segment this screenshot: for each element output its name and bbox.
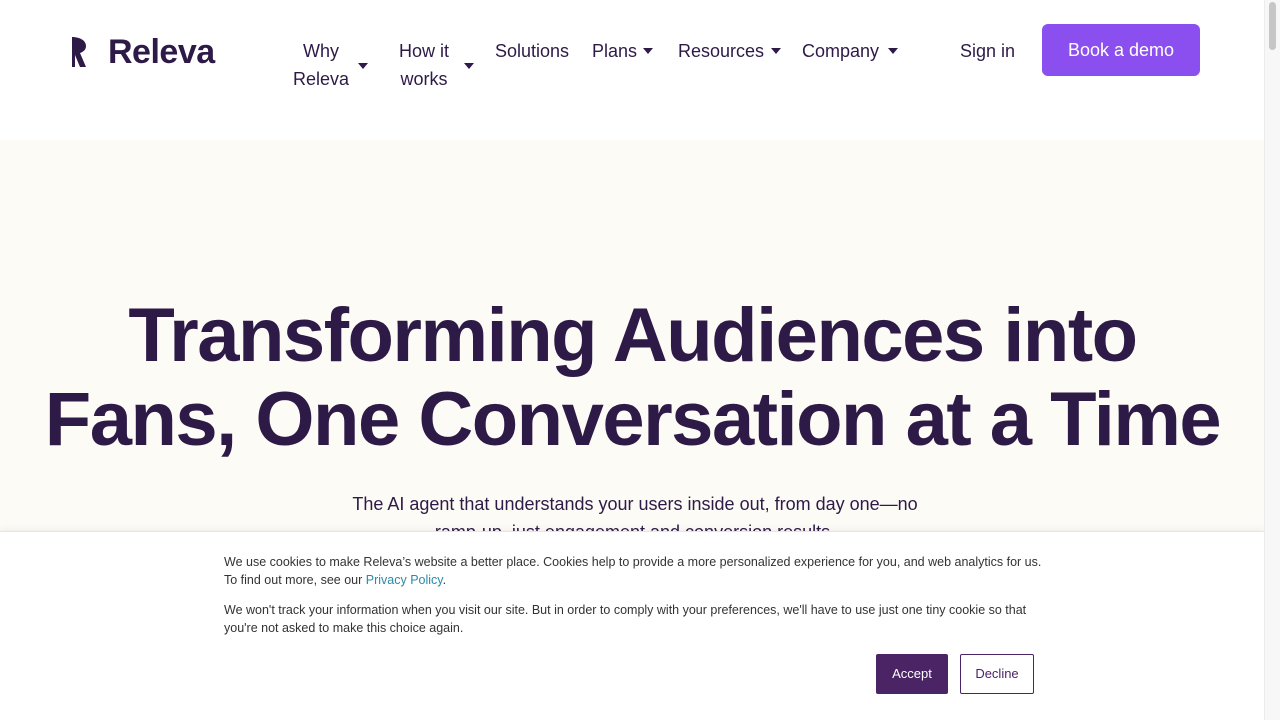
- brand-name: Releva: [108, 33, 215, 71]
- nav-company-label: Company: [802, 41, 880, 61]
- cookie-message: We use cookies to make Releva’s website …: [224, 553, 1044, 589]
- cookie-banner: We use cookies to make Releva’s website …: [0, 531, 1265, 721]
- decline-cookies-button[interactable]: Decline: [960, 654, 1034, 694]
- nav-resources[interactable]: Resources: [678, 37, 764, 65]
- accept-cookies-button[interactable]: Accept: [876, 654, 948, 694]
- cookie-message-text: We use cookies to make Releva’s website …: [224, 555, 1042, 587]
- nav-plans[interactable]: Plans: [592, 37, 637, 65]
- hero-subtitle-line1: The AI agent that understands your users…: [352, 494, 918, 514]
- privacy-policy-link[interactable]: Privacy Policy: [366, 573, 443, 587]
- hero-title-line1: Transforming Audiences into: [128, 293, 1138, 378]
- nav-solutions-label: Solutions: [495, 41, 570, 61]
- nav-how-it-works[interactable]: How it works: [396, 37, 454, 93]
- nav-plans-label: Plans: [592, 41, 638, 61]
- nav-why-releva[interactable]: Why Releva: [292, 37, 352, 93]
- nav-company[interactable]: Company: [802, 37, 879, 65]
- chevron-down-icon[interactable]: [464, 63, 474, 69]
- cookie-message-end: .: [442, 573, 447, 587]
- nav-why-releva-line2: Releva: [292, 69, 350, 89]
- page-scrollbar[interactable]: [1264, 0, 1280, 720]
- site-header: Releva Why Releva How it works Solutions P…: [0, 0, 1265, 110]
- nav-resources-label: Resources: [678, 41, 765, 61]
- scrollbar-thumb[interactable]: [1269, 2, 1276, 50]
- sign-in-link[interactable]: Sign in: [960, 37, 1015, 65]
- chevron-down-icon[interactable]: [888, 48, 898, 54]
- cookie-tracking-notice: We won't track your information when you…: [224, 603, 1027, 635]
- book-demo-button[interactable]: Book a demo: [1042, 24, 1200, 76]
- hero-title: Transforming Audiences into Fans, One Co…: [0, 294, 1265, 462]
- chevron-down-icon[interactable]: [643, 48, 653, 54]
- releva-logo[interactable]: Releva: [72, 32, 215, 72]
- chevron-down-icon[interactable]: [771, 48, 781, 54]
- hero-title-line2: Fans, One Conversation at a Time: [44, 377, 1222, 462]
- nav-why-releva-line1: Why: [303, 41, 339, 61]
- nav-how-it-works-line2: works: [400, 69, 448, 89]
- releva-logo-icon: [72, 37, 86, 67]
- nav-how-it-works-line1: How it: [398, 41, 449, 61]
- chevron-down-icon[interactable]: [358, 63, 368, 69]
- nav-solutions[interactable]: Solutions: [495, 37, 569, 65]
